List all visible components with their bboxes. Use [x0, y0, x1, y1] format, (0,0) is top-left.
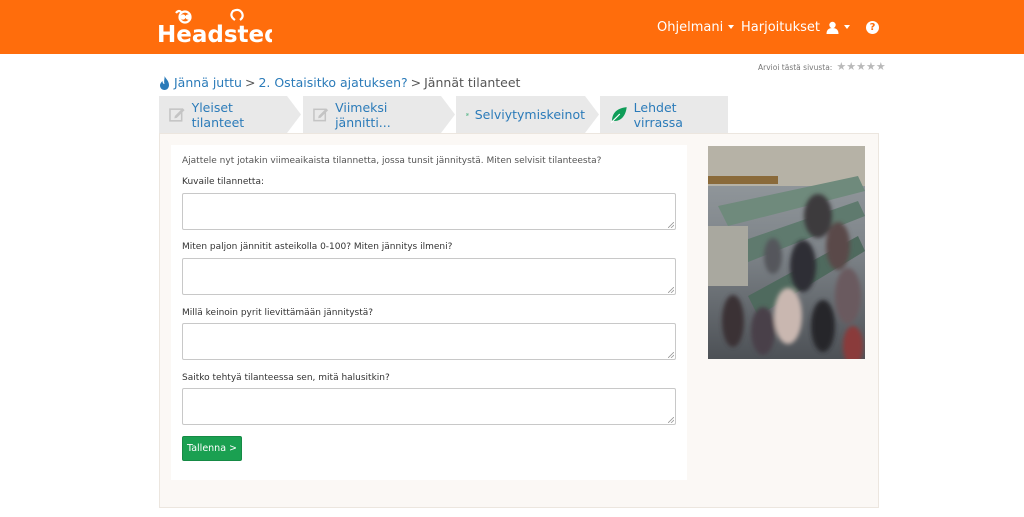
tab-arrow	[585, 96, 599, 133]
breadcrumb-separator: >	[410, 75, 422, 90]
nav-exercises-label: Harjoitukset	[741, 19, 820, 35]
tab-label: Lehdet virrassa	[633, 99, 683, 130]
star-icon[interactable]: ★	[856, 61, 866, 72]
tab-label: Viimeksi jännitti...	[335, 99, 391, 130]
tab-leaves-on-stream[interactable]: Lehdet virrassa	[600, 96, 728, 133]
field-label-nervousness: Miten paljon jännitit asteikolla 0-100? …	[182, 242, 453, 252]
nav-my-programs-label: Ohjelmani	[657, 19, 724, 35]
edit-icon	[169, 108, 185, 122]
field-label-describe: Kuvaile tilannetta:	[182, 177, 264, 187]
nav-exercises[interactable]: Harjoitukset	[741, 0, 820, 54]
rating-stars[interactable]: ★ ★ ★ ★ ★	[836, 61, 886, 72]
describe-situation-textarea[interactable]	[182, 193, 676, 230]
relief-methods-textarea[interactable]	[182, 323, 676, 360]
page-rating: Arvioi tästä sivusta: ★ ★ ★ ★ ★	[758, 61, 886, 72]
breadcrumb-link-module[interactable]: 2. Ostaisitko ajatuksen?	[258, 75, 407, 90]
user-menu[interactable]	[826, 0, 850, 54]
tab-general-situations[interactable]: Yleiset tilanteet	[159, 96, 287, 133]
tab-label: Yleiset tilanteet	[191, 99, 245, 130]
resize-grip-icon[interactable]	[668, 417, 674, 423]
tab-last-time-nervous[interactable]: Viimeksi jännitti...	[303, 96, 441, 133]
crowd-escalator-photo	[708, 146, 865, 359]
resize-grip-icon[interactable]	[668, 222, 674, 228]
nav-my-programs[interactable]: Ohjelmani	[657, 0, 735, 54]
star-icon[interactable]: ★	[866, 61, 876, 72]
help-button[interactable]: ?	[866, 0, 879, 54]
outcome-textarea[interactable]	[182, 388, 676, 425]
top-navbar: Headsted Ohjelmani Harjoitukset ?	[0, 0, 1024, 54]
svg-text:Headsted: Headsted	[157, 22, 272, 46]
chevron-down-icon	[844, 25, 850, 29]
edit-icon	[466, 113, 469, 116]
breadcrumb-current: Jännät tilanteet	[424, 75, 521, 90]
resize-grip-icon[interactable]	[668, 287, 674, 293]
headsted-logo[interactable]: Headsted	[157, 8, 272, 46]
flame-icon	[160, 75, 169, 90]
edit-icon	[313, 108, 329, 122]
user-icon	[826, 21, 839, 34]
tab-arrow	[287, 96, 301, 133]
tab-label: Selviytymiskeinot	[474, 107, 585, 122]
resize-grip-icon[interactable]	[668, 352, 674, 358]
star-icon[interactable]: ★	[876, 61, 886, 72]
rating-label: Arvioi tästä sivusta:	[758, 62, 833, 72]
star-icon[interactable]: ★	[846, 61, 856, 72]
nervousness-level-textarea[interactable]	[182, 258, 676, 295]
tab-arrow	[441, 96, 455, 133]
tab-coping-methods[interactable]: Selviytymiskeinot	[456, 96, 585, 133]
field-label-outcome: Saitko tehtyä tilanteessa sen, mitä halu…	[182, 373, 390, 383]
save-button[interactable]: Tallenna >	[182, 436, 242, 461]
help-icon: ?	[866, 20, 879, 34]
breadcrumb: Jännä juttu > 2. Ostaisitko ajatuksen? >…	[159, 75, 520, 90]
exercise-instructions: Ajattele nyt jotakin viimeaikaista tilan…	[182, 156, 602, 166]
field-label-relief: Millä keinoin pyrit lievittämään jännity…	[182, 308, 374, 318]
chevron-down-icon	[728, 25, 735, 29]
star-icon[interactable]: ★	[836, 61, 846, 72]
leaf-icon	[610, 106, 627, 123]
breadcrumb-separator: >	[244, 75, 256, 90]
breadcrumb-link-program[interactable]: Jännä juttu	[174, 75, 242, 90]
